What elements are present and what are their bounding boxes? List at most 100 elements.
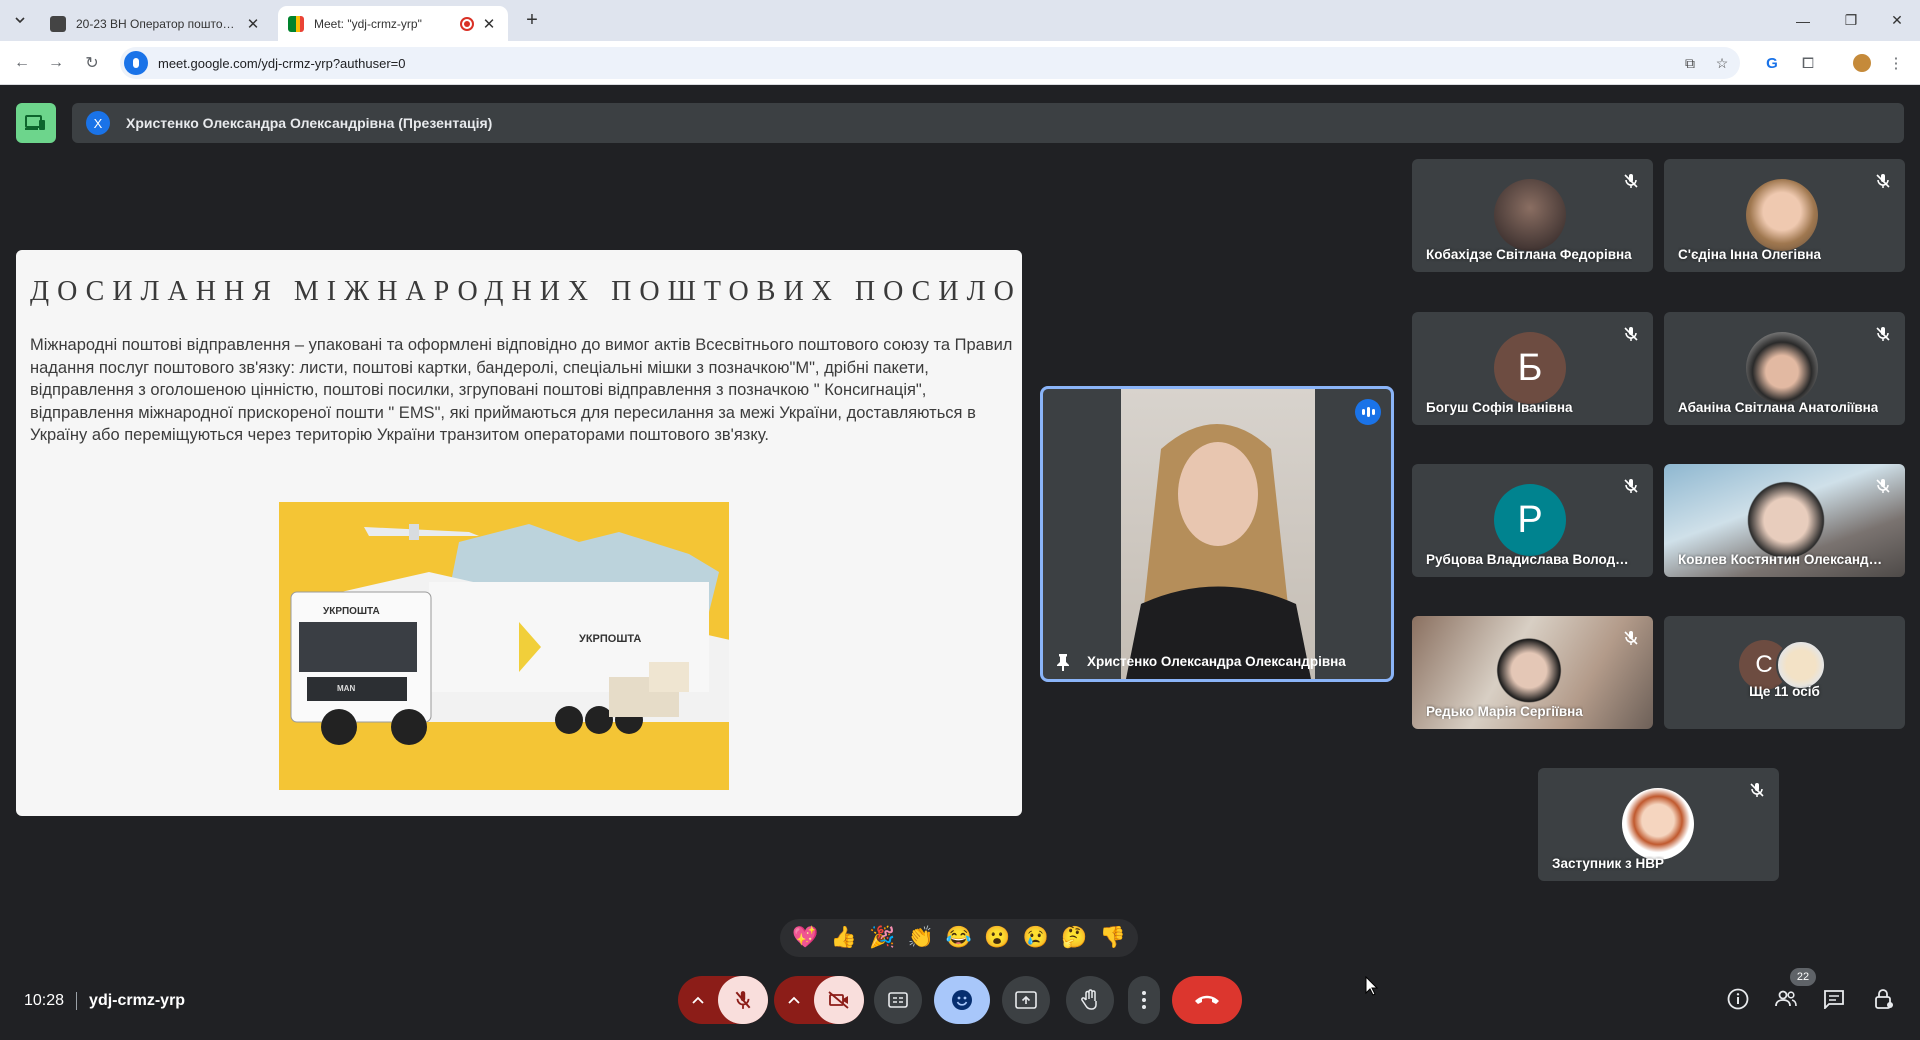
minimize-icon[interactable]: —: [1780, 0, 1826, 41]
participant-tile[interactable]: Редько Марія Сергіївна: [1412, 616, 1653, 729]
participant-tile[interactable]: С'єдіна Інна Олегівна: [1664, 159, 1905, 272]
new-tab-button[interactable]: +: [520, 8, 544, 32]
more-vert-icon: [1142, 991, 1146, 1009]
meeting-info: 10:28 ydj-crmz-yrp: [24, 992, 185, 1010]
microphone-toggle-button[interactable]: [718, 976, 768, 1024]
participant-tile[interactable]: Р Рубцова Владислава Володимирівна: [1412, 464, 1653, 577]
host-controls-button[interactable]: [1864, 979, 1904, 1019]
slide-title: ДОСИЛАННЯ МІЖНАРОДНИХ ПОШТОВИХ ПОСИЛОК: [30, 276, 1022, 307]
meet-stage: Х Христенко Олександра Олександрівна (Пр…: [0, 86, 1920, 1040]
browser-toolbar: ← → ↻ meet.google.com/ydj-crmz-yrp?authu…: [0, 41, 1920, 85]
mic-off-icon: [1876, 327, 1890, 341]
reaction-thinking[interactable]: 🤔: [1061, 926, 1087, 950]
meeting-code: ydj-crmz-yrp: [89, 992, 186, 1009]
browser-menu-icon[interactable]: ⋮: [1884, 51, 1908, 75]
presentation-layout-button[interactable]: [16, 103, 56, 143]
active-speaker-tile[interactable]: Христенко Олександра Олександрівна: [1040, 386, 1394, 682]
restore-icon[interactable]: ❐: [1828, 0, 1874, 41]
mic-off-icon: [735, 991, 751, 1009]
classroom-favicon-icon: [50, 15, 66, 32]
slide-body: Міжнародні поштові відправлення – упаков…: [30, 336, 1013, 444]
reactions-button[interactable]: [934, 976, 990, 1024]
translate-icon[interactable]: G: [1760, 51, 1784, 75]
raise-hand-button[interactable]: [1066, 976, 1114, 1024]
participant-name: Заступник з НВР: [1552, 856, 1665, 871]
mic-off-icon: [1624, 174, 1638, 188]
participant-tile[interactable]: Б Богуш Софія Іванівна: [1412, 312, 1653, 425]
meeting-details-button[interactable]: [1718, 979, 1758, 1019]
captions-button[interactable]: [874, 976, 922, 1024]
mic-off-icon: [1624, 327, 1638, 341]
tab-search-button[interactable]: [8, 8, 32, 32]
participant-avatar: [1622, 788, 1694, 860]
address-bar[interactable]: meet.google.com/ydj-crmz-yrp?authuser=0 …: [120, 47, 1740, 79]
meet-favicon-icon: [288, 15, 304, 32]
truck-maker-badge: MAN: [337, 684, 355, 693]
lock-person-icon: [1875, 989, 1893, 1009]
reaction-clap[interactable]: 👏: [907, 926, 933, 950]
participant-avatar: [1746, 179, 1818, 251]
divider: [76, 992, 78, 1010]
mic-off-icon: [1876, 174, 1890, 188]
raise-hand-icon: [1081, 989, 1097, 1010]
mic-control-group: [678, 976, 768, 1024]
url-text: meet.google.com/ydj-crmz-yrp?authuser=0: [158, 55, 406, 71]
pin-icon[interactable]: [1055, 653, 1071, 671]
participant-name: Ковлев Костянтин Олександрович: [1678, 552, 1888, 567]
participant-name: Редько Марія Сергіївна: [1426, 704, 1583, 719]
participant-avatar: [1776, 640, 1826, 690]
tab-title: Meet: "ydj-crmz-yrp": [314, 16, 422, 31]
site-info-mic-icon[interactable]: [124, 51, 148, 75]
participant-tile[interactable]: Заступник з НВР: [1538, 768, 1779, 881]
speaking-indicator-icon: [1355, 399, 1381, 425]
participant-name: Кобахідзе Світлана Федорівна: [1426, 247, 1632, 262]
forward-icon[interactable]: →: [44, 51, 68, 75]
recording-icon: [460, 16, 474, 31]
browser-tab[interactable]: 20-23 ВН Оператор поштового ✕: [40, 6, 272, 41]
reaction-party[interactable]: 🎉: [869, 926, 895, 950]
participant-name: Богуш Софія Іванівна: [1426, 400, 1573, 415]
participant-tile[interactable]: Кобахідзе Світлана Федорівна: [1412, 159, 1653, 272]
truck-brand-label: УКРПОШТА: [323, 606, 380, 617]
camera-control-group: [774, 976, 864, 1024]
participant-tile[interactable]: Абаніна Світлана Анатоліївна: [1664, 312, 1905, 425]
reload-icon[interactable]: ↻: [80, 51, 104, 75]
mouse-cursor-icon: [1365, 976, 1379, 996]
chat-button[interactable]: [1814, 979, 1854, 1019]
profile-avatar-icon[interactable]: [1850, 51, 1874, 75]
reaction-thumbs-down[interactable]: 👎: [1100, 926, 1126, 950]
present-screen-button[interactable]: [1002, 976, 1050, 1024]
participant-tile[interactable]: Ковлев Костянтин Олександрович: [1664, 464, 1905, 577]
reaction-thumbs-up[interactable]: 👍: [831, 926, 857, 950]
participant-name: Абаніна Світлана Анатоліївна: [1678, 400, 1879, 415]
more-participants-tile[interactable]: С Ще 11 осіб: [1664, 616, 1905, 729]
extensions-icon[interactable]: ⧠: [1796, 51, 1820, 75]
shared-slide: ДОСИЛАННЯ МІЖНАРОДНИХ ПОШТОВИХ ПОСИЛОК М…: [16, 250, 1022, 816]
browser-tab-active[interactable]: Meet: "ydj-crmz-yrp" ✕: [278, 6, 508, 41]
present-to-all-icon: [1015, 991, 1037, 1009]
video-options-button[interactable]: [774, 976, 814, 1024]
more-options-button[interactable]: [1128, 976, 1160, 1024]
participant-avatar: [1494, 179, 1566, 251]
back-icon[interactable]: ←: [10, 51, 34, 75]
reaction-heart[interactable]: 💖: [792, 926, 818, 950]
close-tab-icon[interactable]: ✕: [244, 15, 262, 33]
truck-side-logo: УКРПОШТА: [579, 633, 641, 645]
slide-truck-image: УКРПОШТА УКРПОШТА MAN: [279, 502, 729, 790]
camera-toggle-button[interactable]: [814, 976, 864, 1024]
more-participants-label: Ще 11 осіб: [1749, 684, 1820, 699]
presentation-banner[interactable]: Х Христенко Олександра Олександрівна (Пр…: [72, 103, 1904, 143]
reaction-surprised[interactable]: 😮: [984, 926, 1010, 950]
leave-call-button[interactable]: [1172, 976, 1242, 1024]
close-window-icon[interactable]: ✕: [1874, 0, 1920, 41]
open-in-new-icon[interactable]: ⧉: [1680, 53, 1700, 73]
presentation-title: Христенко Олександра Олександрівна (През…: [126, 115, 493, 131]
participant-avatar: Р: [1494, 484, 1566, 556]
close-tab-icon[interactable]: ✕: [480, 15, 498, 33]
meeting-time: 10:28: [24, 992, 65, 1009]
reaction-sad[interactable]: 😢: [1023, 926, 1049, 950]
participant-count-badge: 22: [1790, 968, 1816, 986]
audio-options-button[interactable]: [678, 976, 718, 1024]
bookmark-star-icon[interactable]: ☆: [1712, 53, 1732, 73]
reaction-laugh[interactable]: 😂: [946, 926, 972, 950]
